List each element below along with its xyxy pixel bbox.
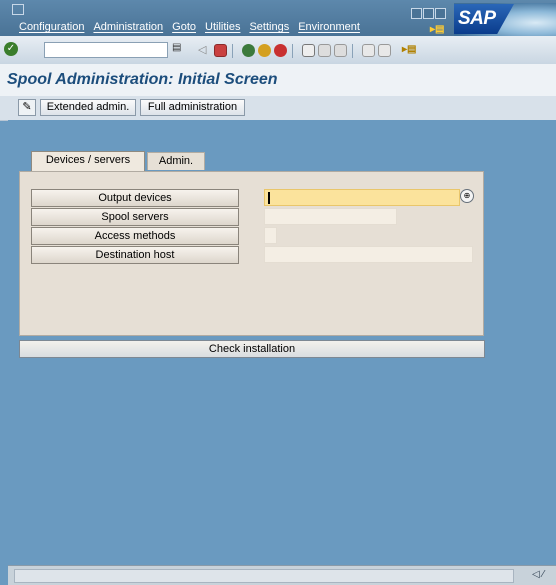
full-administration-button[interactable]: Full administration: [140, 99, 245, 116]
spool-servers-button[interactable]: Spool servers: [31, 208, 239, 226]
pencil-icon[interactable]: ✎: [18, 99, 36, 116]
command-field[interactable]: [44, 42, 168, 58]
title-bar: Spool Administration: Initial Screen: [0, 64, 556, 96]
find-icon[interactable]: [318, 44, 331, 57]
extended-admin-button[interactable]: Extended admin.: [40, 99, 136, 116]
separator: [292, 44, 293, 58]
access-methods-button[interactable]: Access methods: [31, 227, 239, 245]
status-expand-icon[interactable]: ◁ ⁄: [532, 569, 544, 580]
output-devices-button[interactable]: Output devices: [31, 189, 239, 207]
menu-icon[interactable]: ▸▤: [402, 44, 416, 57]
command-history-icon[interactable]: ▤: [172, 42, 182, 56]
status-message: [14, 569, 514, 583]
last-page-icon[interactable]: [378, 44, 391, 57]
exit-icon[interactable]: [258, 44, 271, 57]
cancel-icon[interactable]: [274, 44, 287, 57]
first-page-icon[interactable]: [362, 44, 375, 57]
menu-goto[interactable]: Goto: [172, 21, 196, 33]
value-help-icon[interactable]: ⊕: [460, 189, 474, 203]
menu-list: Configuration Administration Goto Utilit…: [19, 21, 369, 33]
enter-icon[interactable]: ✓: [4, 42, 18, 56]
sap-logo-text: SAP: [458, 8, 496, 29]
text-cursor: [268, 192, 270, 204]
menu-bar: Configuration Administration Goto Utilit…: [0, 0, 556, 36]
menu-environment[interactable]: Environment: [298, 21, 360, 33]
prev-icon[interactable]: ◁: [198, 44, 211, 57]
back-icon[interactable]: [242, 44, 255, 57]
spool-servers-field[interactable]: [264, 208, 397, 225]
standard-toolbar: ✓ ▤ ◁ ▸▤: [0, 36, 556, 65]
output-devices-field[interactable]: [264, 189, 460, 206]
menu-administration[interactable]: Administration: [93, 21, 163, 33]
destination-host-button[interactable]: Destination host: [31, 246, 239, 264]
tab-admin[interactable]: Admin.: [147, 152, 205, 170]
close-icon[interactable]: [435, 8, 446, 19]
find-next-icon[interactable]: [334, 44, 347, 57]
menu-configuration[interactable]: Configuration: [19, 21, 84, 33]
status-bar: ◁ ⁄: [8, 565, 556, 585]
print-icon[interactable]: [302, 44, 315, 57]
tab-devices-servers[interactable]: Devices / servers: [31, 151, 145, 171]
check-installation-button[interactable]: Check installation: [19, 340, 485, 358]
minimize-icon[interactable]: [411, 8, 422, 19]
system-menu-icon[interactable]: [12, 4, 24, 15]
application-toolbar: ✎ Extended admin. Full administration: [0, 96, 556, 121]
separator: [232, 44, 233, 58]
maximize-icon[interactable]: [423, 8, 434, 19]
separator: [352, 44, 353, 58]
customize-layout-icon[interactable]: ▸▤: [430, 24, 444, 35]
destination-host-field[interactable]: [264, 246, 473, 263]
save-icon[interactable]: [214, 44, 227, 57]
page-title: Spool Administration: Initial Screen: [7, 71, 278, 88]
access-methods-field[interactable]: [264, 227, 277, 244]
menu-settings[interactable]: Settings: [249, 21, 289, 33]
window-controls: [411, 8, 446, 19]
menu-utilities[interactable]: Utilities: [205, 21, 240, 33]
